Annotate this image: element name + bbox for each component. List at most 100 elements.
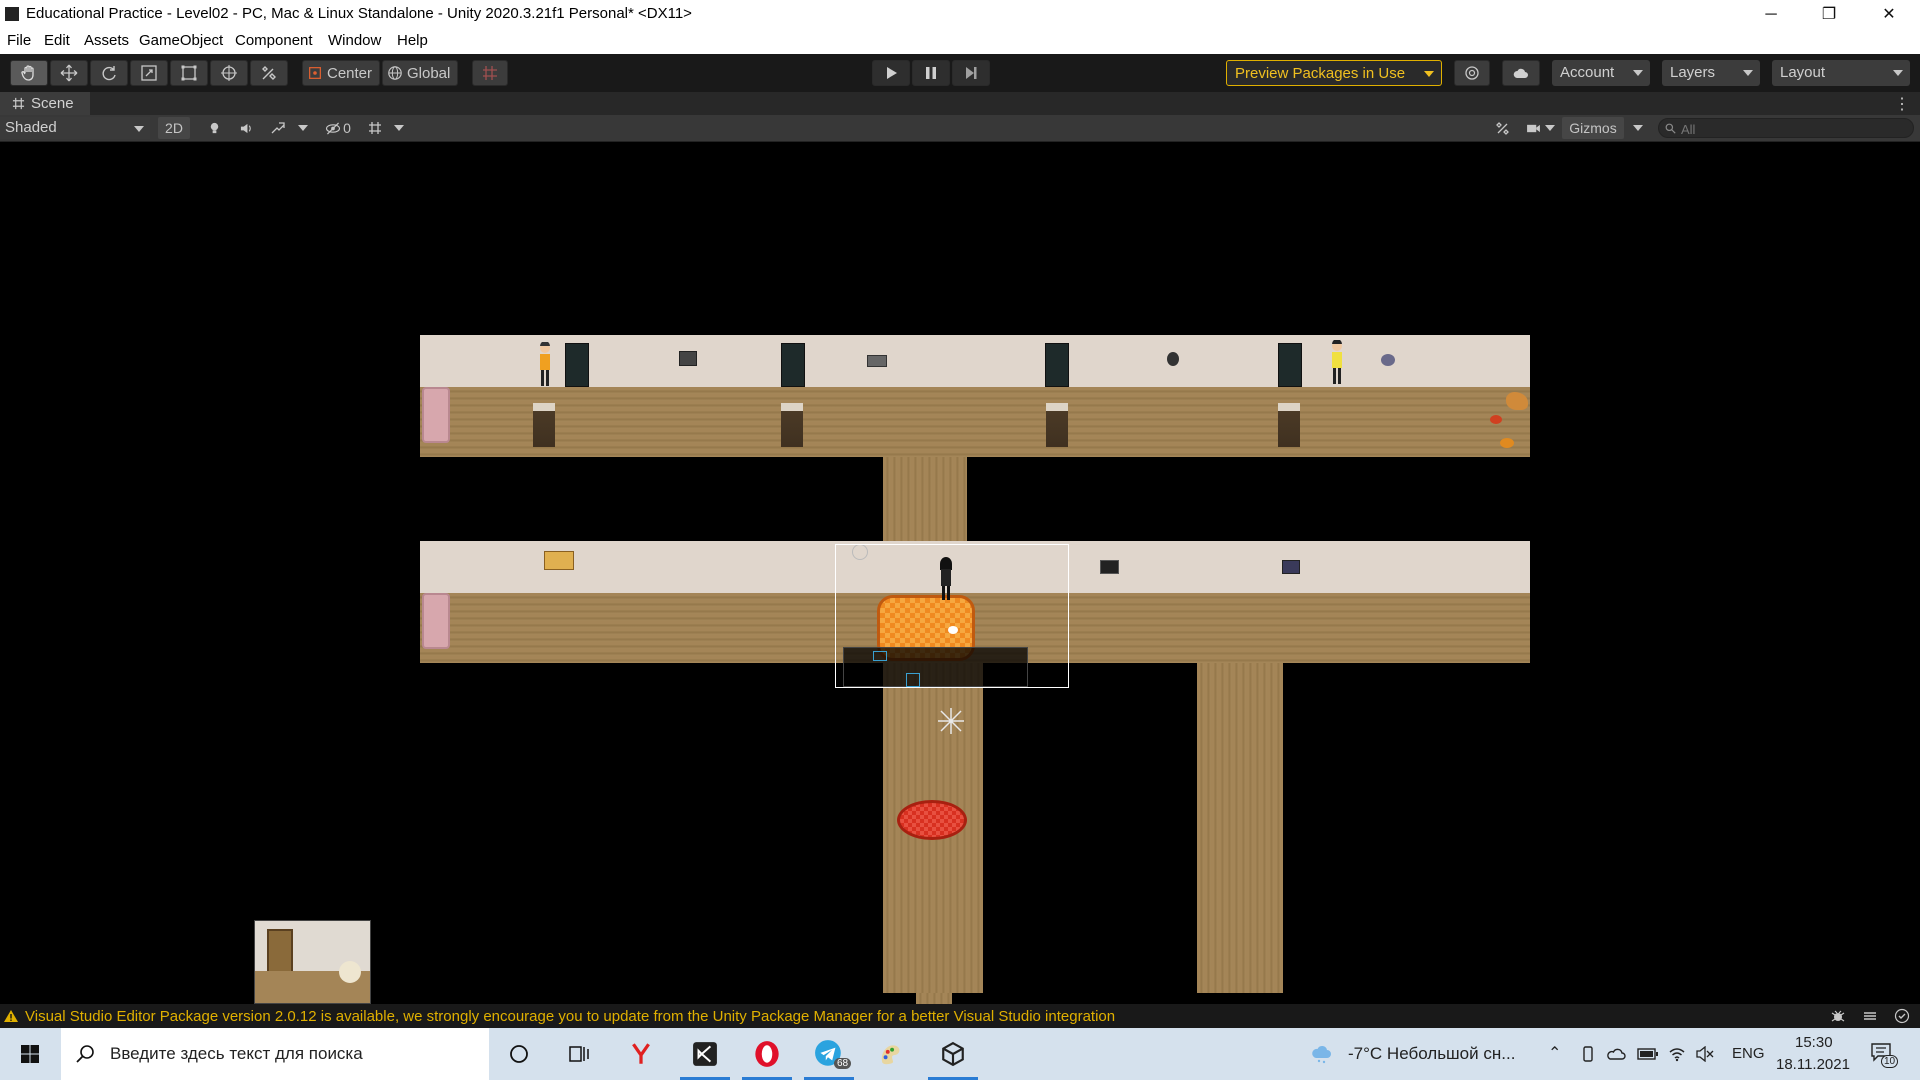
globe-icon	[388, 66, 402, 80]
camera-preview	[254, 920, 371, 1004]
scene-tools-button[interactable]	[1490, 117, 1516, 139]
menu-gameobject[interactable]: GameObject	[139, 32, 223, 49]
bug-icon[interactable]	[1830, 1008, 1846, 1024]
wifi-icon[interactable]	[1668, 1046, 1686, 1062]
taskbar-paint[interactable]	[862, 1028, 920, 1080]
minimize-button[interactable]: ─	[1742, 0, 1800, 29]
effects-icon	[271, 122, 285, 134]
pet-dog	[1506, 392, 1528, 410]
cortana-button[interactable]	[490, 1028, 548, 1080]
kebab-menu-icon[interactable]: ⋮	[1894, 94, 1910, 114]
camera-dropdown[interactable]	[1522, 117, 1558, 139]
phone-link-icon[interactable]	[1580, 1046, 1596, 1062]
menu-component[interactable]: Component	[235, 32, 313, 49]
hand-icon	[21, 65, 34, 81]
grid-dropdown[interactable]	[390, 117, 408, 139]
collab-button[interactable]	[1454, 60, 1490, 86]
step-button[interactable]	[952, 60, 990, 86]
start-button[interactable]	[0, 1028, 60, 1080]
menu-window[interactable]: Window	[328, 32, 381, 49]
pause-button[interactable]	[912, 60, 950, 86]
tab-scene[interactable]: Scene	[0, 92, 90, 115]
door-shadow	[1278, 403, 1300, 447]
main-toolbar: Center Global Preview Packages in Use Ac…	[0, 54, 1920, 92]
scale-tool-button[interactable]	[130, 60, 168, 86]
windows-taskbar: Введите здесь текст для поиска 68 -7°C Н…	[0, 1028, 1920, 1080]
chevron-down-icon	[1544, 125, 1555, 131]
language-indicator[interactable]: ENG	[1732, 1045, 1765, 1062]
light-gizmo-icon	[938, 708, 964, 734]
chevron-down-icon	[1424, 71, 1434, 77]
red-rug	[897, 800, 967, 840]
chevron-down-icon	[134, 126, 144, 132]
task-view-button[interactable]	[550, 1028, 608, 1080]
scene-tab-label: Scene	[31, 95, 74, 112]
transform-tool-button[interactable]	[210, 60, 248, 86]
chevron-up-icon[interactable]: ⌃	[1548, 1043, 1561, 1063]
camera-icon	[1526, 124, 1540, 132]
menu-assets[interactable]: Assets	[84, 32, 129, 49]
space-mode-label: Global	[407, 64, 451, 82]
lighting-toggle[interactable]	[200, 117, 228, 139]
check-circle-icon[interactable]	[1894, 1008, 1910, 1024]
layout-dropdown[interactable]: Layout	[1772, 60, 1910, 86]
weather-snow-icon[interactable]	[1310, 1044, 1334, 1064]
menu-edit[interactable]: Edit	[44, 32, 70, 49]
clock-time[interactable]: 15:30	[1795, 1034, 1833, 1051]
clock-date[interactable]: 18.11.2021	[1776, 1056, 1850, 1073]
taskbar-telegram[interactable]: 68	[800, 1028, 858, 1080]
hierarchy-search-field[interactable]	[1658, 118, 1914, 138]
weather-text[interactable]: -7°C Небольшой сн...	[1348, 1044, 1515, 1064]
visual-studio-icon	[693, 1042, 717, 1066]
grid-toggle[interactable]	[362, 117, 388, 139]
menu-file[interactable]: File	[7, 32, 31, 49]
task-view-icon	[569, 1046, 589, 1062]
rect-tool-button[interactable]	[170, 60, 208, 86]
space-mode-button[interactable]: Global	[382, 60, 458, 86]
taskbar-yandex-browser[interactable]	[612, 1028, 670, 1080]
scene-viewport[interactable]	[0, 142, 1920, 1004]
cloud-button[interactable]	[1502, 60, 1540, 86]
close-button[interactable]: ✕	[1860, 0, 1918, 29]
door	[267, 929, 293, 975]
move-tool-button[interactable]	[50, 60, 88, 86]
layers-dropdown[interactable]: Layers	[1662, 60, 1760, 86]
gizmos-button[interactable]: Gizmos	[1562, 117, 1624, 139]
onedrive-cloud-icon[interactable]	[1606, 1047, 1626, 1061]
custom-tool-button[interactable]	[250, 60, 288, 86]
grid-snap-button[interactable]	[472, 60, 508, 86]
pivot-icon	[309, 67, 321, 79]
rotate-tool-button[interactable]	[90, 60, 128, 86]
status-message[interactable]: Visual Studio Editor Package version 2.0…	[25, 1008, 1115, 1025]
preview-packages-button[interactable]: Preview Packages in Use	[1226, 60, 1442, 86]
shading-mode-dropdown[interactable]: Shaded	[0, 117, 150, 139]
notification-center-button[interactable]: 10	[1868, 1040, 1899, 1070]
volume-muted-icon[interactable]	[1696, 1046, 1714, 1062]
toggle-2d-button[interactable]: 2D	[158, 117, 190, 139]
gizmos-dropdown[interactable]	[1628, 117, 1648, 139]
tools-icon	[1496, 122, 1509, 135]
unity-app-icon	[5, 7, 19, 21]
npc-character	[1332, 340, 1342, 384]
menu-help[interactable]: Help	[397, 32, 428, 49]
battery-icon[interactable]	[1637, 1047, 1659, 1061]
taskbar-opera[interactable]	[738, 1028, 796, 1080]
hand-tool-button[interactable]	[10, 60, 48, 86]
audio-toggle[interactable]	[232, 117, 260, 139]
layers-stack-icon[interactable]	[1862, 1008, 1878, 1024]
maximize-button[interactable]: ❐	[1800, 0, 1858, 29]
effects-toggle[interactable]	[264, 117, 292, 139]
collider-gizmo	[906, 673, 920, 687]
chevron-down-icon	[1633, 70, 1643, 76]
effects-dropdown[interactable]	[294, 117, 312, 139]
pivot-mode-button[interactable]: Center	[302, 60, 380, 86]
taskbar-search-box[interactable]: Введите здесь текст для поиска	[61, 1028, 489, 1080]
collider-gizmo	[873, 651, 887, 661]
scene-visibility-toggle[interactable]: 0	[318, 117, 358, 139]
play-button[interactable]	[872, 60, 910, 86]
taskbar-unity[interactable]	[924, 1028, 982, 1080]
taskbar-visual-studio[interactable]	[676, 1028, 734, 1080]
account-dropdown[interactable]: Account	[1552, 60, 1650, 86]
collab-icon	[1465, 66, 1479, 80]
search-input[interactable]	[1679, 120, 1903, 138]
